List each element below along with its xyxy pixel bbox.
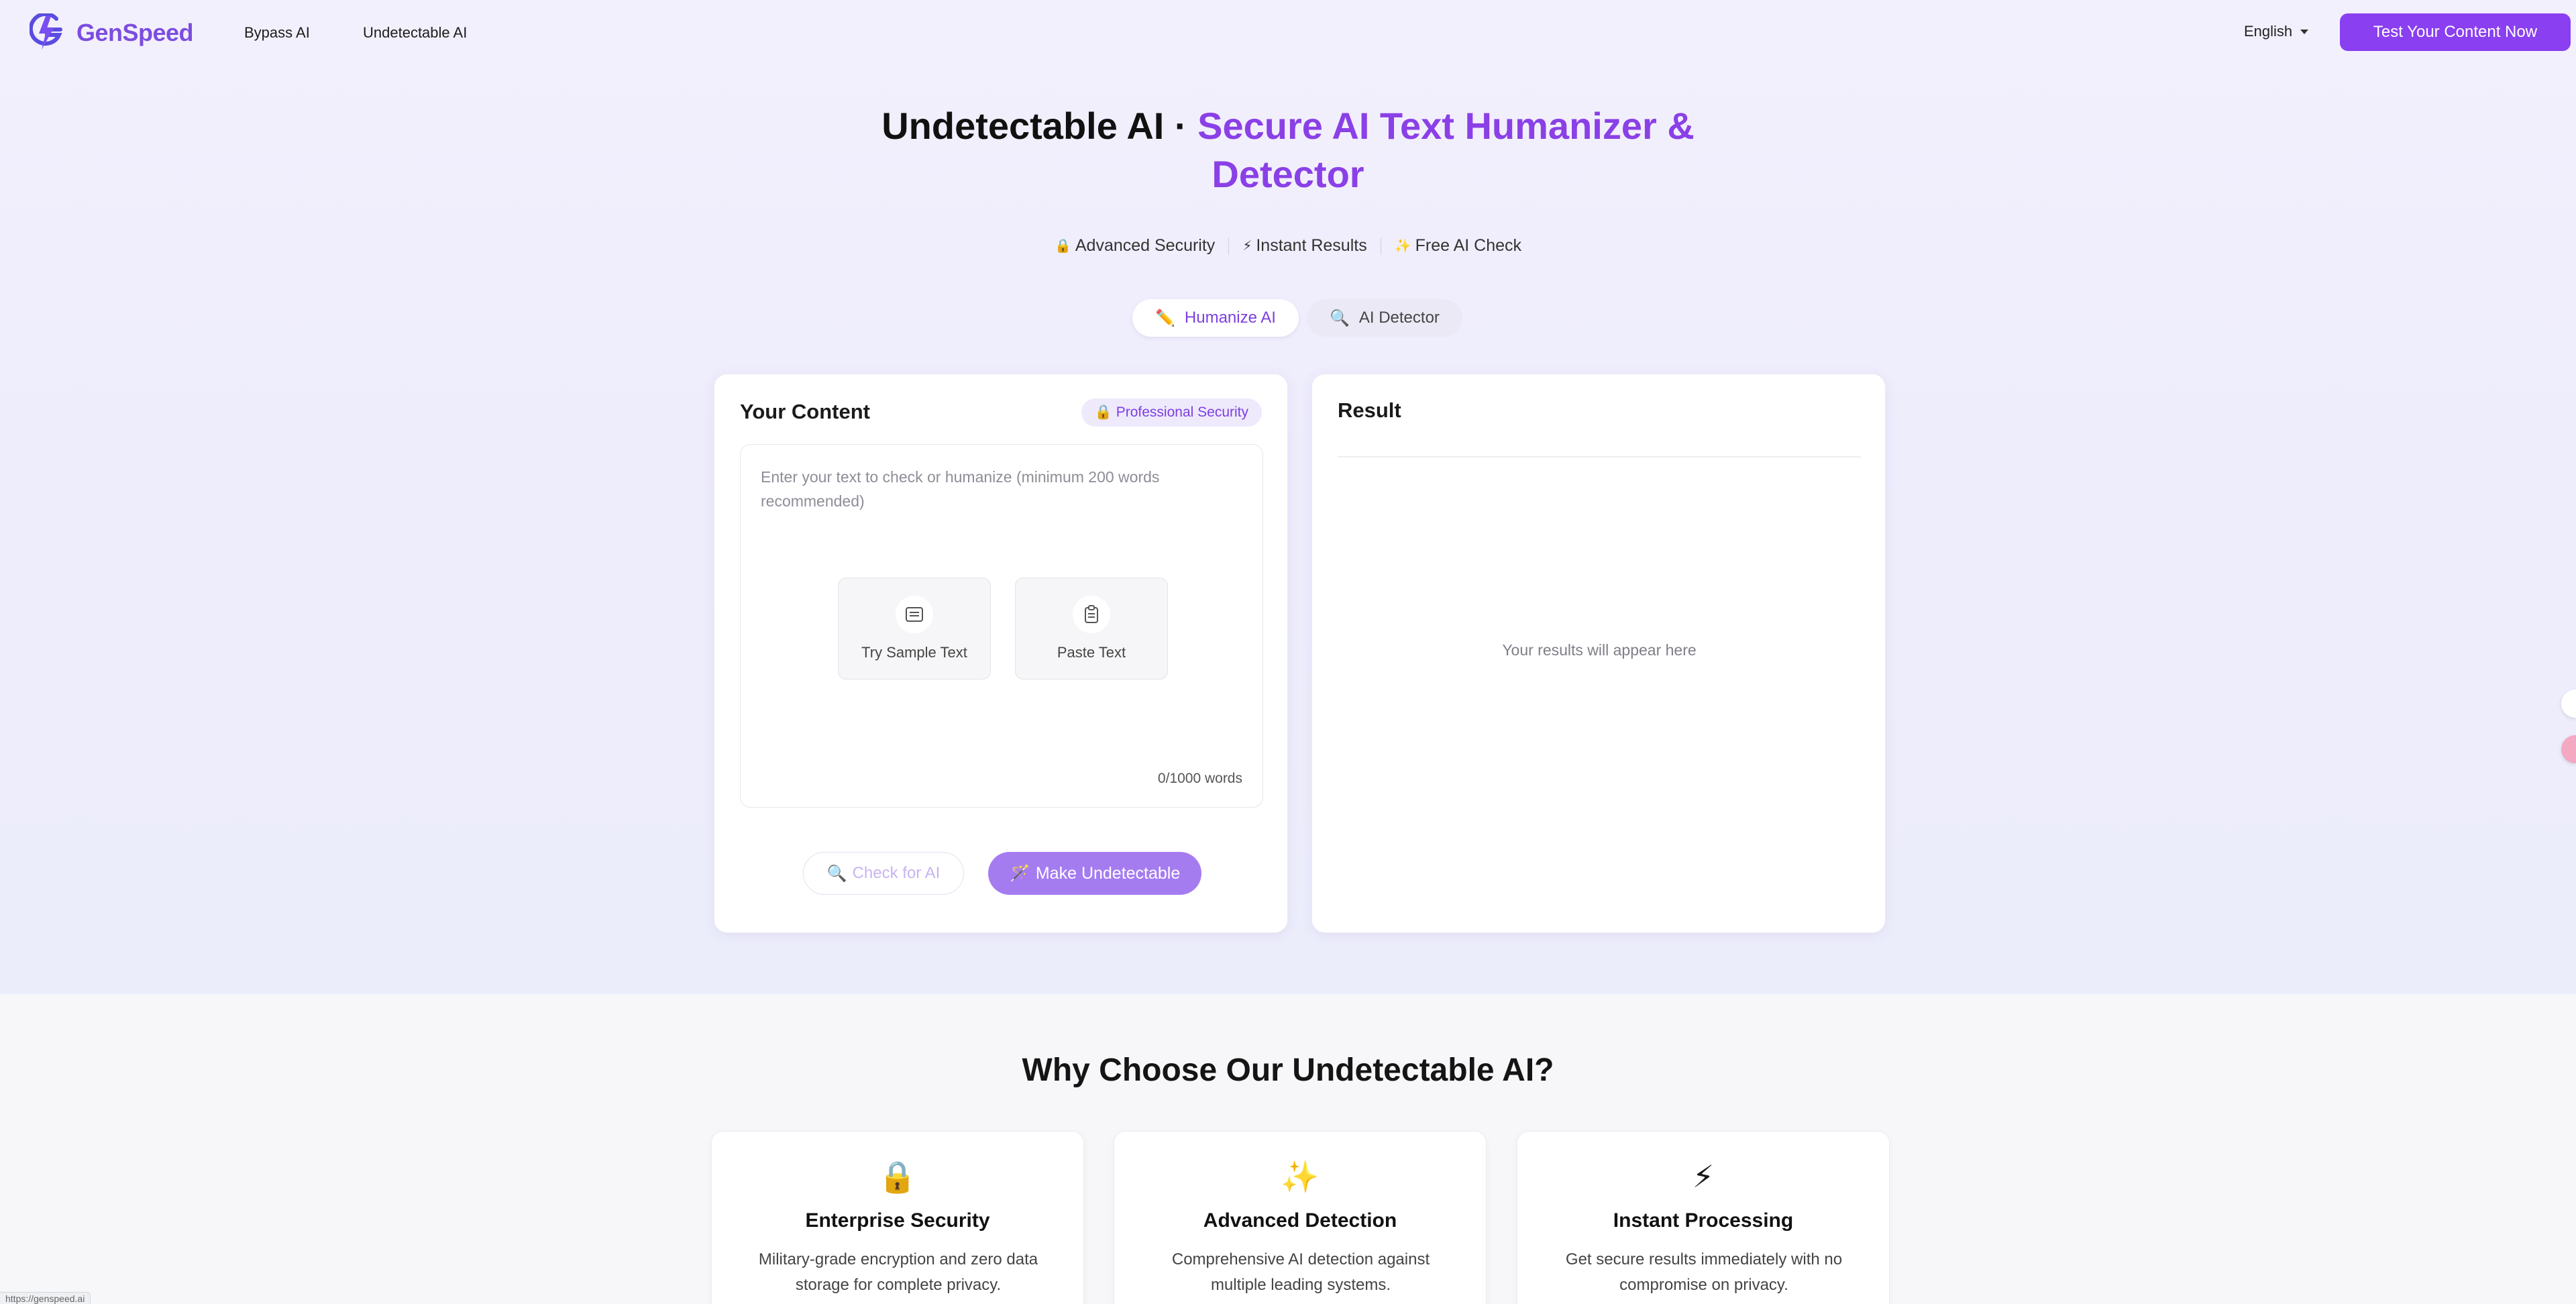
word-counter: 0/1000 words	[1157, 771, 1242, 786]
button-label: Make Undetectable	[1035, 863, 1181, 883]
result-empty-state: Your results will appear here	[1502, 641, 1697, 659]
sparkles-icon: ✨	[1281, 1159, 1320, 1194]
chevron-down-icon	[2300, 29, 2309, 34]
lightning-icon: ⚡	[1692, 1159, 1715, 1194]
language-selector[interactable]: English	[2244, 23, 2309, 40]
clipboard-icon	[1073, 596, 1110, 633]
nav-link-undetectable-ai[interactable]: Undetectable AI	[363, 24, 467, 42]
content-panel: Your Content 🔒 Professional Security Ent…	[714, 374, 1288, 933]
feature-card-security: 🔒 Enterprise Security Military-grade enc…	[711, 1131, 1084, 1304]
button-label: Try Sample Text	[861, 644, 967, 661]
textarea-placeholder: Enter your text to check or humanize (mi…	[761, 468, 1160, 510]
button-label: Paste Text	[1057, 644, 1126, 661]
card-title: Enterprise Security	[805, 1209, 990, 1232]
tab-label: Humanize AI	[1184, 309, 1276, 327]
button-label: Check for AI	[852, 864, 941, 882]
search-icon: 🔍	[826, 864, 847, 883]
title-accent: Secure AI Text Humanizer & Detector	[1197, 105, 1695, 195]
mode-tabs: ✏️ Humanize AI 🔍 AI Detector	[1132, 299, 1462, 337]
top-navbar: GenSpeed Bypass AI Undetectable AI Engli…	[0, 0, 2576, 67]
page-title: Undetectable AI · Secure AI Text Humaniz…	[852, 102, 1724, 199]
feature-instant-results: ⚡ Instant Results	[1242, 236, 1366, 256]
try-sample-text-button[interactable]: Try Sample Text	[838, 578, 991, 680]
feature-card-detection: ✨ Advanced Detection Comprehensive AI de…	[1114, 1131, 1487, 1304]
feature-highlights: 🔒 Advanced Security ⚡ Instant Results ✨ …	[939, 236, 1637, 256]
card-description: Get secure results immediately with no c…	[1565, 1250, 1843, 1294]
tab-humanize-ai[interactable]: ✏️ Humanize AI	[1132, 299, 1299, 337]
card-description: Comprehensive AI detection against multi…	[1171, 1250, 1430, 1294]
brand-logo[interactable]: GenSpeed	[30, 13, 194, 52]
document-icon	[896, 596, 933, 633]
title-main: Undetectable AI ·	[881, 105, 1198, 147]
genspeed-logo-icon	[30, 13, 62, 50]
language-label: English	[2244, 23, 2293, 40]
tab-label: AI Detector	[1358, 309, 1440, 327]
divider	[1338, 456, 1861, 457]
check-for-ai-button[interactable]: 🔍 Check for AI	[803, 852, 964, 895]
wand-icon: 🪄	[1009, 863, 1030, 883]
feature-advanced-security: 🔒 Advanced Security	[1055, 236, 1215, 256]
nav-link-bypass-ai[interactable]: Bypass AI	[244, 24, 310, 42]
feature-card-processing: ⚡ Instant Processing Get secure results …	[1517, 1131, 1890, 1304]
search-icon: 🔍	[1329, 309, 1350, 327]
status-bar-url: https://genspeed.ai	[0, 1292, 91, 1304]
test-content-button[interactable]: Test Your Content Now	[2340, 13, 2571, 51]
pencil-icon: ✏️	[1155, 309, 1175, 327]
why-section-title: Why Choose Our Undetectable AI?	[1022, 1052, 1554, 1088]
brand-name: GenSpeed	[76, 19, 194, 46]
feature-label: Free AI Check	[1415, 236, 1522, 255]
security-badge: 🔒 Professional Security	[1081, 398, 1262, 427]
lock-icon: 🔒	[878, 1159, 917, 1194]
card-title: Advanced Detection	[1203, 1209, 1397, 1232]
feature-free-ai-check: ✨ Free AI Check	[1395, 236, 1521, 256]
result-panel-title: Result	[1338, 398, 1401, 422]
tab-ai-detector[interactable]: 🔍 AI Detector	[1306, 299, 1462, 337]
content-textarea[interactable]: Enter your text to check or humanize (mi…	[740, 444, 1263, 808]
badge-label: Professional Security	[1116, 404, 1248, 420]
content-panel-title: Your Content	[740, 400, 871, 423]
paste-text-button[interactable]: Paste Text	[1015, 578, 1168, 680]
lock-icon: 🔒	[1054, 239, 1071, 254]
card-title: Instant Processing	[1613, 1209, 1794, 1232]
card-description: Military-grade encryption and zero data …	[758, 1250, 1038, 1294]
sparkles-icon: ✨	[1394, 239, 1411, 254]
feature-label: Advanced Security	[1075, 236, 1216, 255]
result-panel: Result Your results will appear here	[1311, 374, 1886, 933]
make-undetectable-button[interactable]: 🪄 Make Undetectable	[988, 852, 1201, 895]
lock-icon: 🔒	[1094, 404, 1112, 420]
feature-label: Instant Results	[1256, 236, 1367, 255]
divider	[1228, 237, 1230, 255]
lightning-icon: ⚡	[1242, 239, 1252, 254]
